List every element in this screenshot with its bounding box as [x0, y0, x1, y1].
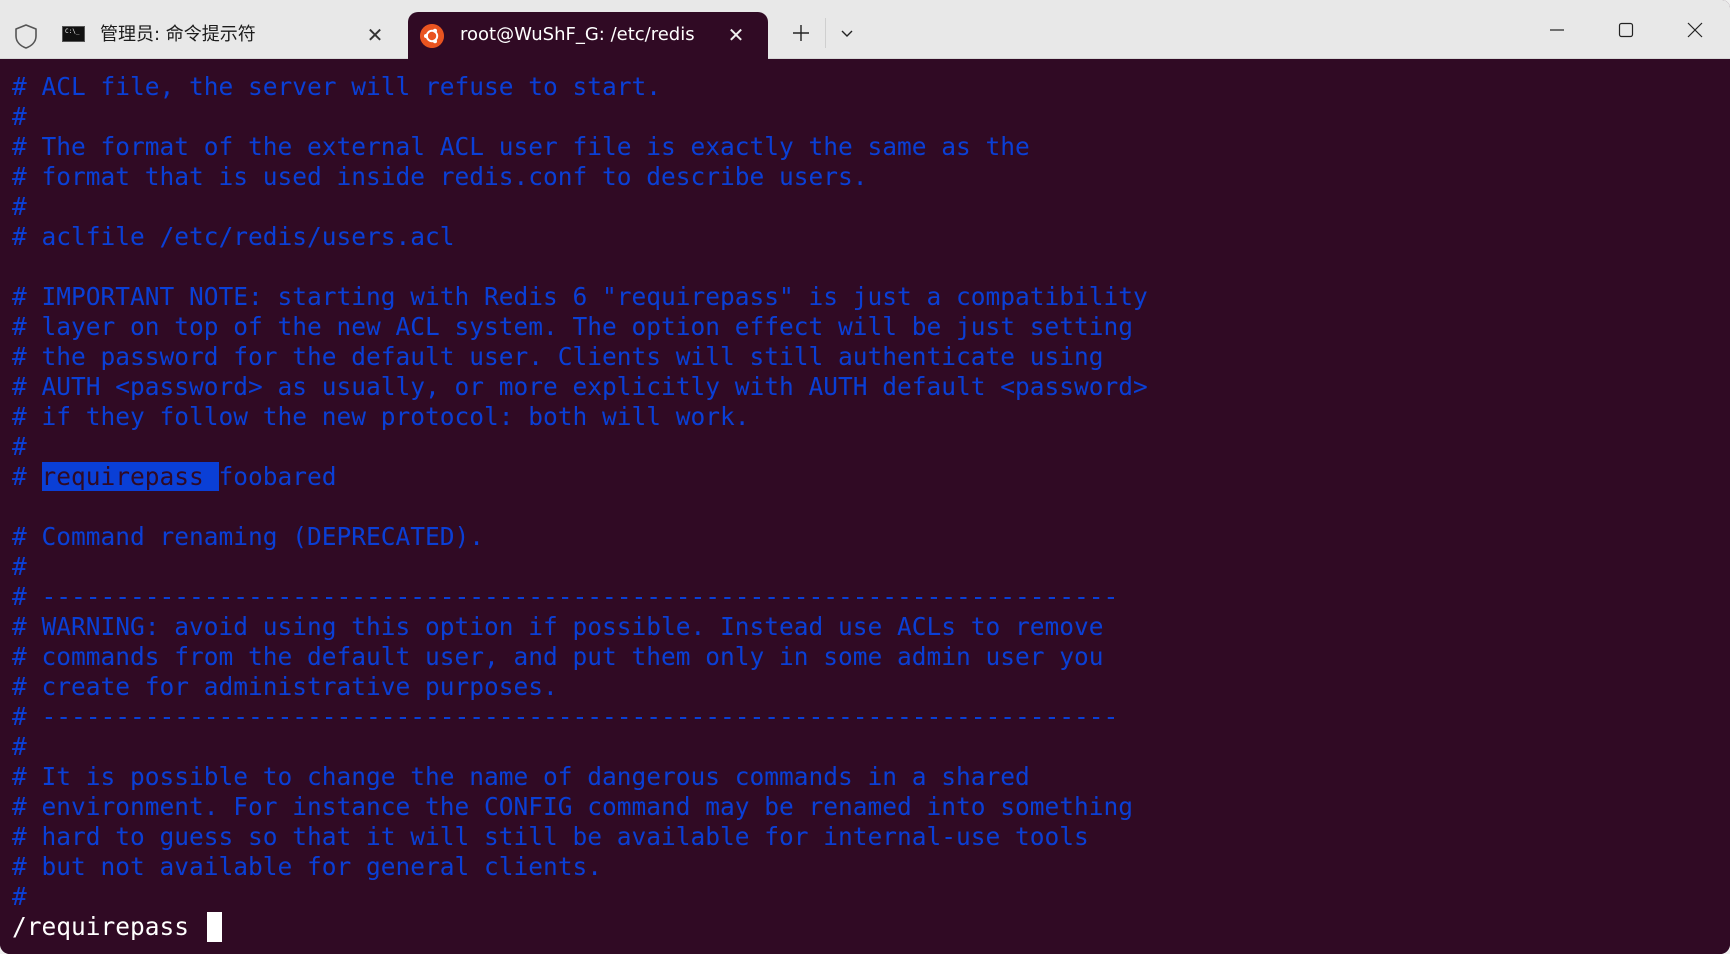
terminal-line: #: [12, 192, 27, 221]
line-suffix: foobared: [218, 462, 337, 491]
terminal-line: # requirepass foobared: [12, 462, 337, 492]
search-match-highlight: requirepass: [41, 462, 219, 491]
terminal-line: # WARNING: avoid using this option if po…: [12, 612, 1104, 641]
terminal-line: # if they follow the new protocol: both …: [12, 402, 750, 431]
tab-label: 管理员: 命令提示符: [100, 24, 256, 45]
tab-cmd[interactable]: 管理员: 命令提示符 ✕: [50, 12, 400, 59]
search-command-line[interactable]: /requirepass: [12, 912, 204, 942]
terminal-line: #: [12, 102, 27, 131]
close-tab-icon[interactable]: ✕: [724, 23, 748, 47]
terminal-line: #: [12, 432, 27, 461]
text-cursor: [207, 912, 222, 942]
minimize-button[interactable]: [1534, 12, 1580, 48]
terminal-line: # environment. For instance the CONFIG c…: [12, 792, 1134, 821]
chevron-down-icon: [841, 30, 853, 37]
terminal-line: # The format of the external ACL user fi…: [12, 132, 1030, 161]
shield-icon[interactable]: [12, 22, 40, 50]
terminal-line: #: [12, 732, 27, 761]
close-window-button[interactable]: [1672, 12, 1718, 48]
terminal-window: 管理员: 命令提示符 ✕ root@WuShF_G: /etc/redis ✕: [0, 0, 1730, 954]
close-tab-icon[interactable]: ✕: [363, 23, 387, 47]
terminal-line: # the password for the default user. Cli…: [12, 342, 1104, 371]
terminal-line: # layer on top of the new ACL system. Th…: [12, 312, 1134, 341]
terminal-line: # ACL file, the server will refuse to st…: [12, 72, 662, 101]
title-bar: 管理员: 命令提示符 ✕ root@WuShF_G: /etc/redis ✕: [0, 0, 1730, 59]
terminal-line: # Command renaming (DEPRECATED).: [12, 522, 485, 551]
terminal-line: # aclfile /etc/redis/users.acl: [12, 222, 455, 251]
terminal-line: # --------------------------------------…: [12, 582, 1119, 611]
maximize-button[interactable]: [1603, 12, 1649, 48]
terminal-content[interactable]: # ACL file, the server will refuse to st…: [0, 59, 1730, 954]
terminal-line: #: [12, 552, 27, 581]
ubuntu-icon: [420, 24, 444, 48]
close-icon: [1687, 22, 1703, 38]
plus-icon: [793, 25, 809, 41]
tab-redis[interactable]: root@WuShF_G: /etc/redis ✕: [408, 12, 768, 59]
terminal-line: # but not available for general clients.: [12, 852, 603, 881]
minimize-icon: [1550, 29, 1564, 31]
cmd-icon: [62, 26, 85, 42]
terminal-line: # hard to guess so that it will still be…: [12, 822, 1089, 851]
terminal-line: # IMPORTANT NOTE: starting with Redis 6 …: [12, 282, 1148, 311]
terminal-line: #: [12, 882, 27, 911]
line-prefix: #: [12, 462, 42, 491]
terminal-line: # --------------------------------------…: [12, 702, 1119, 731]
terminal-line: # It is possible to change the name of d…: [12, 762, 1030, 791]
new-tab-button[interactable]: [786, 18, 816, 48]
maximize-icon: [1618, 22, 1634, 38]
terminal-line: # AUTH <password> as usually, or more ex…: [12, 372, 1148, 401]
tab-dropdown-button[interactable]: [832, 18, 862, 48]
terminal-line: # format that is used inside redis.conf …: [12, 162, 868, 191]
terminal-line: # create for administrative purposes.: [12, 672, 558, 701]
tab-label: root@WuShF_G: /etc/redis: [460, 24, 695, 45]
terminal-line: # commands from the default user, and pu…: [12, 642, 1104, 671]
tab-separator: [825, 18, 826, 48]
